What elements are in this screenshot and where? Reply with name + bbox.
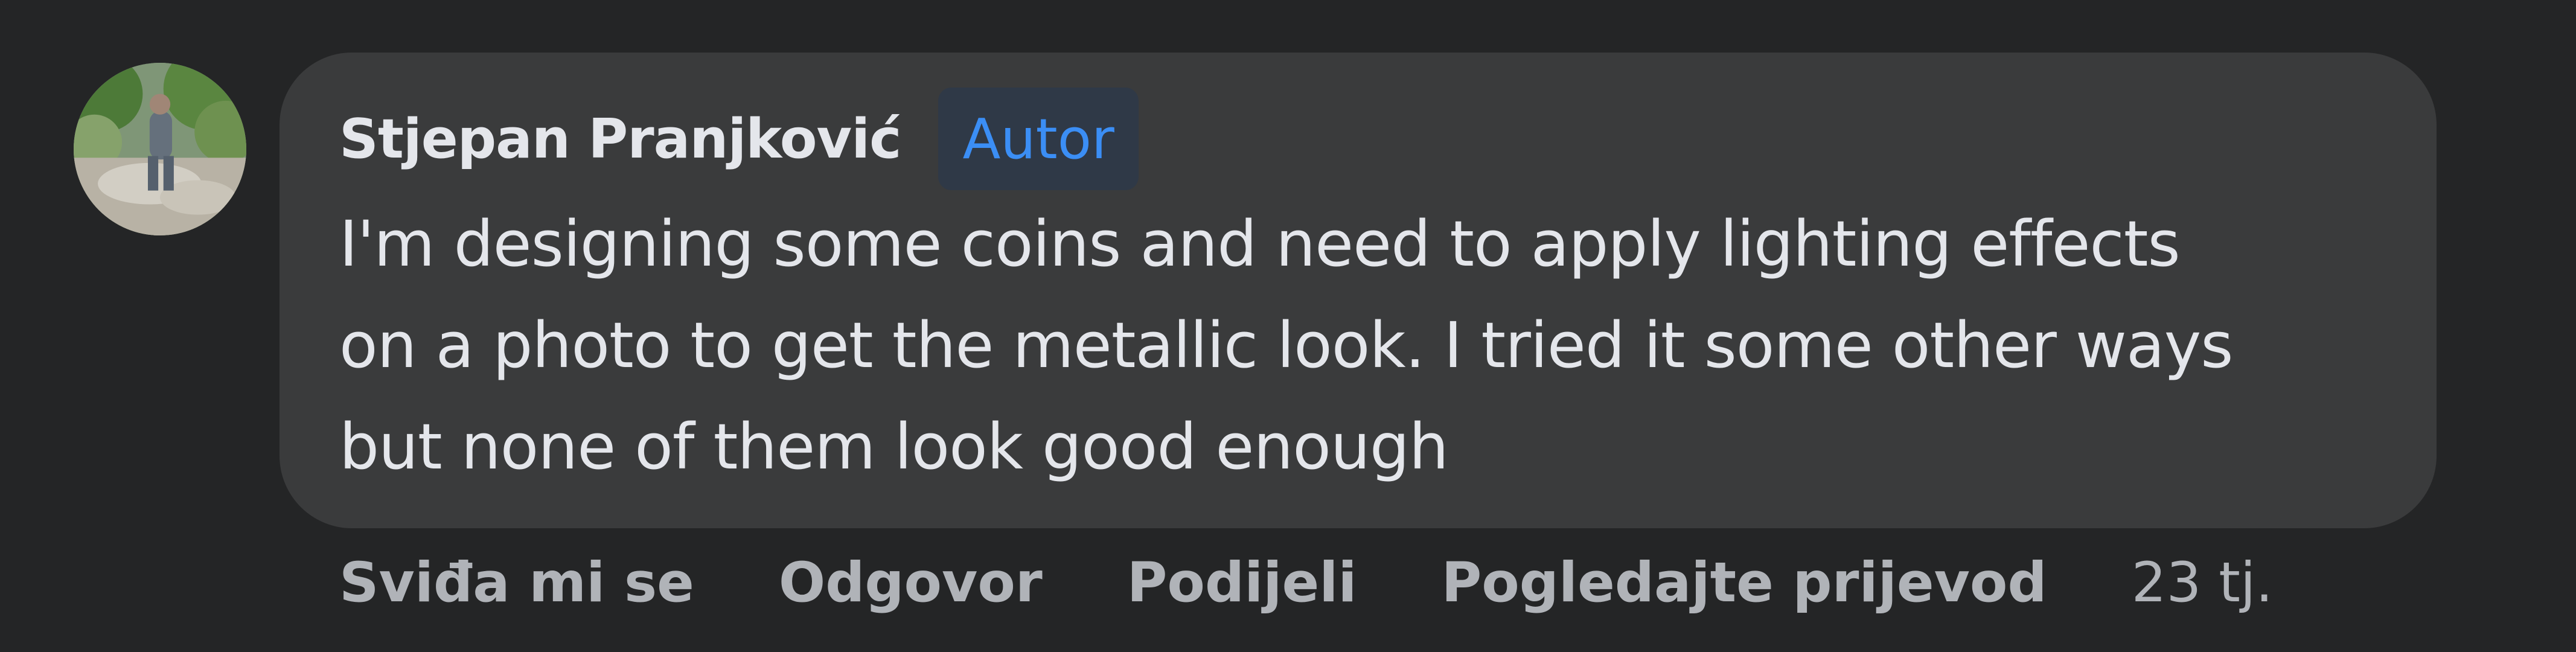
profile-photo-icon — [74, 63, 246, 235]
comment-text-line: but none of them look good enough — [339, 410, 1449, 484]
comment-text-line: on a photo to get the metallic look. I t… — [339, 308, 2233, 382]
comment-text: I'm designing some coins and need to app… — [339, 193, 2404, 497]
author-badge: Autor — [938, 88, 1139, 190]
comment-text-line: I'm designing some coins and need to app… — [339, 207, 2181, 281]
author-name-link[interactable]: Stjepan Pranjković — [339, 107, 901, 171]
avatar[interactable] — [74, 63, 246, 235]
see-translation-button[interactable]: Pogledajte prijevod — [1442, 551, 2047, 615]
comment-header: Stjepan Pranjković Autor — [339, 88, 1139, 190]
comment-row: Stjepan Pranjković Autor I'm designing s… — [0, 0, 2576, 652]
timestamp-link[interactable]: 23 tj. — [2132, 551, 2274, 615]
share-button[interactable]: Podijeli — [1127, 551, 1357, 615]
reply-button[interactable]: Odgovor — [779, 551, 1043, 615]
comment-actions: Sviđa mi se Odgovor Podijeli Pogledajte … — [339, 540, 2273, 625]
like-button[interactable]: Sviđa mi se — [339, 551, 694, 615]
